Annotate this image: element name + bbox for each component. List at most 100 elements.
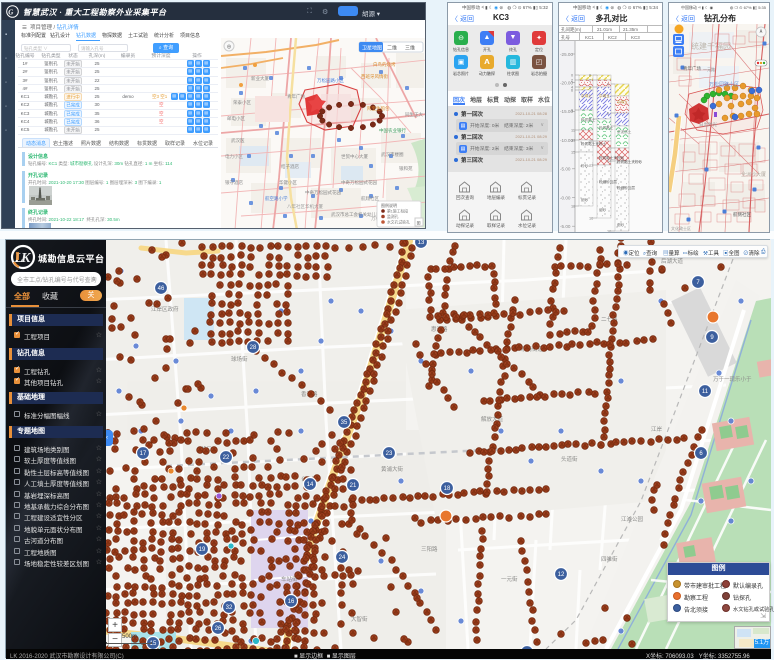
svg-text:阿宝生煎包: 阿宝生煎包 <box>367 105 390 112</box>
svg-text:16: 16 <box>607 230 611 233</box>
svg-text:2: 2 <box>571 79 573 83</box>
svg-text:⊕: ⊕ <box>227 45 232 51</box>
svg-text:粉质黏土: 粉质黏土 <box>599 125 614 130</box>
svg-text:同生正大: 同生正大 <box>405 111 423 118</box>
svg-text:15: 15 <box>571 151 575 155</box>
svg-text:日出时光: 日出时光 <box>699 121 717 128</box>
svg-text:青年广场: 青年广场 <box>287 93 305 100</box>
svg-text:桔子酒店: 桔子酒店 <box>281 163 299 170</box>
svg-text:淤泥质土: 淤泥质土 <box>617 129 632 134</box>
svg-text:球场街: 球场街 <box>231 355 248 363</box>
svg-text:-25.00: -25.00 <box>560 52 573 57</box>
svg-text:荣泰小区: 荣泰小区 <box>233 99 251 106</box>
svg-text:万松园路小区: 万松园路小区 <box>709 81 739 88</box>
svg-text:16: 16 <box>589 217 593 221</box>
svg-text:航侧社区: 航侧社区 <box>733 211 751 218</box>
svg-text:13: 13 <box>571 139 575 143</box>
svg-text:江岸: 江岸 <box>651 426 663 433</box>
svg-text:2: 2 <box>589 79 591 83</box>
svg-text:文化政士区: 文化政士区 <box>671 225 691 231</box>
svg-text:武汉市楼圈: 武汉市楼圈 <box>381 151 404 158</box>
svg-text:46: 46 <box>158 286 165 292</box>
svg-text:0: 0 <box>571 74 573 78</box>
svg-text:中国农业银行: 中国农业银行 <box>379 127 406 134</box>
svg-text:28: 28 <box>250 345 257 351</box>
svg-text:八年社区华机大厦: 八年社区华机大厦 <box>287 203 323 210</box>
svg-text:11: 11 <box>702 389 709 395</box>
svg-text:14: 14 <box>607 160 611 164</box>
svg-text:12: 12 <box>558 572 565 578</box>
svg-text:6: 6 <box>571 89 573 93</box>
svg-text:西班牙风情街: 西班牙风情街 <box>361 73 388 80</box>
svg-text:航空路小学: 航空路小学 <box>265 195 288 202</box>
svg-text:13: 13 <box>589 164 593 168</box>
svg-text:后湖大道: 后湖大道 <box>661 257 684 265</box>
svg-text:21: 21 <box>350 483 357 489</box>
svg-text:白鸟的烧烤: 白鸟的烧烤 <box>373 61 396 68</box>
svg-text:中奇万松园式花园: 中奇万松园式花园 <box>305 189 341 196</box>
svg-text:35: 35 <box>341 420 348 426</box>
svg-text:新业大厦: 新业大厦 <box>251 75 269 82</box>
svg-text:0: 0 <box>607 83 609 87</box>
svg-text:一元路: 一元路 <box>703 66 715 72</box>
svg-text:电力小区: 电力小区 <box>225 153 243 160</box>
svg-text:⊞: ⊞ <box>417 221 421 227</box>
svg-text:粉质黏土: 粉质黏土 <box>581 117 596 122</box>
svg-text:三维: 三维 <box>405 45 415 52</box>
svg-text:24: 24 <box>339 555 346 561</box>
svg-text:-0.00: -0.00 <box>560 195 571 200</box>
svg-text:黄浦大街: 黄浦大街 <box>381 465 404 473</box>
svg-text:22: 22 <box>223 455 230 461</box>
svg-text:头道街: 头道街 <box>561 455 578 463</box>
svg-text:-5.00: -5.00 <box>560 224 571 229</box>
svg-text:中奇万松园式花园: 中奇万松园式花园 <box>341 179 377 186</box>
svg-text:5: 5 <box>589 86 591 90</box>
svg-text:武汉医: 武汉医 <box>231 137 245 144</box>
svg-text:细砂: 细砂 <box>617 222 625 227</box>
svg-text:18: 18 <box>571 205 575 209</box>
svg-text:银守酒店: 银守酒店 <box>225 179 243 186</box>
svg-text:粉质黏土夹粉土: 粉质黏土夹粉土 <box>581 141 607 146</box>
svg-text:三阳路: 三阳路 <box>421 545 438 553</box>
svg-text:17: 17 <box>140 451 147 457</box>
svg-text:二维: 二维 <box>387 45 397 52</box>
svg-text:0: 0 <box>589 74 591 78</box>
svg-text:航翔社区: 航翔社区 <box>361 195 379 202</box>
svg-text:青年广场: 青年广场 <box>683 65 701 72</box>
svg-text:图例说明: 图例说明 <box>381 202 397 208</box>
svg-text:统建千福园: 统建千福园 <box>691 41 731 51</box>
svg-text:14: 14 <box>307 482 314 488</box>
svg-text:卫星地图: 卫星地图 <box>362 45 382 52</box>
svg-text:19: 19 <box>199 547 206 553</box>
svg-text:一元街: 一元街 <box>501 575 518 583</box>
svg-text:9: 9 <box>571 109 573 113</box>
svg-text:万松园路小区: 万松园路小区 <box>317 77 344 84</box>
svg-text:K: K <box>20 251 32 266</box>
svg-text:32: 32 <box>226 605 233 611</box>
svg-text:四唯街: 四唯街 <box>601 555 618 563</box>
svg-text:细砂: 细砂 <box>599 207 607 212</box>
svg-text:水文孔试验孔: 水文孔试验孔 <box>387 220 410 225</box>
svg-text:杂填土: 杂填土 <box>617 99 628 104</box>
svg-text:18: 18 <box>444 486 451 492</box>
svg-text:邮电小区: 邮电小区 <box>227 115 245 122</box>
svg-text:5: 5 <box>607 112 609 116</box>
svg-text:全洲沙大厦: 全洲沙大厦 <box>741 171 766 178</box>
svg-text:细砂: 细砂 <box>581 197 589 202</box>
svg-text:16: 16 <box>288 599 295 605</box>
svg-text:-5.00: -5.00 <box>560 167 571 172</box>
svg-text:江滩公园: 江滩公园 <box>621 515 644 523</box>
svg-text:10: 10 <box>607 147 611 151</box>
svg-text:粉质黏土夹粉砂: 粉质黏土夹粉砂 <box>617 159 643 164</box>
svg-text:23: 23 <box>386 451 393 457</box>
svg-text:第1施工标段: 第1施工标段 <box>387 209 408 214</box>
svg-text:监测孔: 监测孔 <box>387 214 399 219</box>
svg-text:杂填土: 杂填土 <box>581 93 592 98</box>
svg-text:粉细砂互层: 粉细砂互层 <box>599 179 617 184</box>
svg-text:粉砂: 粉砂 <box>581 163 589 168</box>
svg-text:世贸中心大厦: 世贸中心大厦 <box>341 153 368 160</box>
svg-text:G: G <box>8 9 13 17</box>
svg-text:银和苑: 银和苑 <box>399 165 413 172</box>
svg-text:粉细砂互层: 粉细砂互层 <box>617 185 635 190</box>
svg-text:华键小区: 华键小区 <box>279 179 297 186</box>
